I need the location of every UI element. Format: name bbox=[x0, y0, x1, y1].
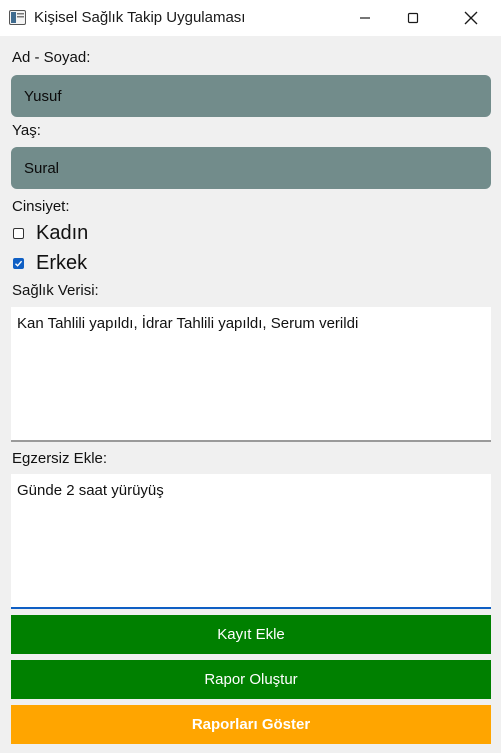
create-report-button[interactable]: Rapor Oluştur bbox=[11, 660, 491, 699]
exercise-textarea[interactable]: Günde 2 saat yürüyüş bbox=[11, 474, 491, 609]
erkek-label: Erkek bbox=[36, 251, 88, 274]
health-data-textarea[interactable]: Kan Tahlili yapıldı, İdrar Tahlili yapıl… bbox=[11, 307, 491, 442]
maximize-button[interactable] bbox=[390, 0, 436, 36]
close-icon bbox=[464, 11, 478, 25]
checkmark-icon bbox=[15, 260, 23, 267]
app-icon bbox=[9, 10, 26, 25]
health-data-label: Sağlık Verisi: bbox=[12, 282, 99, 299]
show-reports-button[interactable]: Raporları Göster bbox=[11, 705, 491, 744]
gender-option-erkek[interactable]: Erkek bbox=[13, 251, 87, 275]
minimize-icon bbox=[360, 17, 370, 19]
add-record-button[interactable]: Kayıt Ekle bbox=[11, 615, 491, 654]
minimize-button[interactable] bbox=[342, 0, 388, 36]
name-label: Ad - Soyad: bbox=[12, 49, 91, 66]
age-field[interactable]: Sural bbox=[11, 147, 491, 189]
close-button[interactable] bbox=[448, 0, 494, 36]
erkek-checkbox[interactable] bbox=[13, 257, 24, 269]
title-bar[interactable]: Kişisel Sağlık Takip Uygulaması bbox=[0, 0, 501, 36]
gender-option-kadin[interactable]: Kadın bbox=[13, 221, 88, 245]
maximize-icon bbox=[407, 12, 419, 24]
age-label: Yaş: bbox=[12, 122, 41, 139]
exercise-label: Egzersiz Ekle: bbox=[12, 450, 108, 467]
kadin-label: Kadın bbox=[36, 221, 89, 244]
kadin-checkbox[interactable] bbox=[13, 227, 24, 239]
app-window: Kişisel Sağlık Takip Uygulaması Ad - Soy… bbox=[0, 0, 501, 753]
gender-label: Cinsiyet: bbox=[12, 198, 70, 215]
window-title: Kişisel Sağlık Takip Uygulaması bbox=[34, 9, 246, 26]
name-field[interactable]: Yusuf bbox=[11, 75, 491, 117]
